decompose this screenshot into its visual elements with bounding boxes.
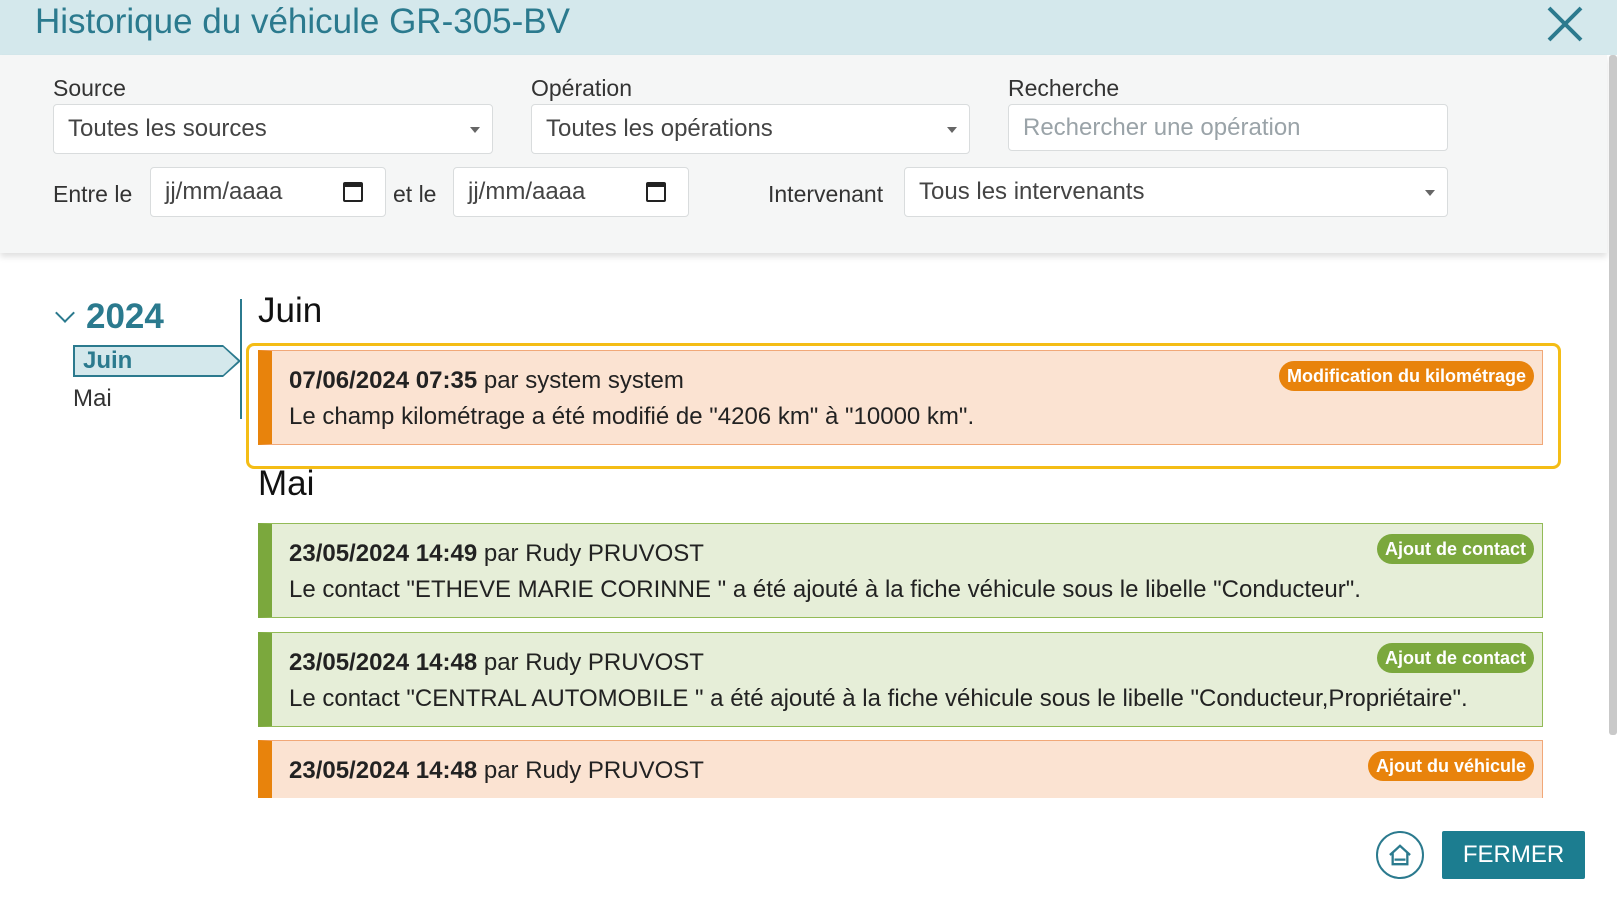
scrollbar[interactable] <box>1609 55 1617 735</box>
entry-author: par system system <box>483 367 684 394</box>
close-icon[interactable] <box>1543 2 1587 46</box>
section-heading: Mai <box>258 464 315 503</box>
intervenant-select[interactable]: Tous les intervenants <box>904 167 1448 217</box>
section-heading: Juin <box>258 291 323 330</box>
entry-header: 23/05/2024 14:48 par Rudy PRUVOST <box>289 649 704 677</box>
chevron-down-icon <box>947 127 957 133</box>
history-entry[interactable]: 07/06/2024 07:35 par system system Le ch… <box>258 350 1543 445</box>
entry-author: par Rudy PRUVOST <box>483 540 704 567</box>
operation-label: Opération <box>531 75 633 101</box>
entry-date: 23/05/2024 14:48 <box>289 649 478 676</box>
calendar-icon[interactable] <box>343 182 363 202</box>
entry-date: 23/05/2024 14:49 <box>289 540 478 567</box>
history-entry[interactable]: 23/05/2024 14:48 par Rudy PRUVOST Ajout … <box>258 740 1543 798</box>
search-placeholder: Rechercher une opération <box>1023 114 1301 141</box>
source-select[interactable]: Toutes les sources <box>53 104 493 154</box>
chevron-down-icon <box>1425 190 1435 196</box>
chevron-down-icon <box>470 127 480 133</box>
dialog-footer: FERMER <box>0 798 1617 900</box>
entry-author: par Rudy PRUVOST <box>483 649 704 676</box>
entry-date: 23/05/2024 14:48 <box>289 757 478 784</box>
entry-date: 07/06/2024 07:35 <box>289 367 478 394</box>
date-from-value: jj/mm/aaaa <box>165 178 283 205</box>
year-label: 2024 <box>86 297 164 336</box>
timeline-divider <box>240 299 242 419</box>
home-icon[interactable] <box>1376 831 1424 879</box>
entry-description: Le contact "ETHEVE MARIE CORINNE " a été… <box>289 576 1361 603</box>
year-toggle[interactable]: 2024 <box>55 297 164 337</box>
operation-badge: Ajout du véhicule <box>1367 751 1534 781</box>
entry-description: Le contact "CENTRAL AUTOMOBILE " a été a… <box>289 685 1468 712</box>
intervenant-value: Tous les intervenants <box>919 178 1145 205</box>
calendar-icon[interactable] <box>646 182 666 202</box>
history-timeline: 2024 Juin Mai Juin 07/06/2024 07:35 par … <box>0 253 1607 798</box>
between-label: Entre le <box>53 181 133 207</box>
dialog-title: Historique du véhicule GR-305-BV <box>35 2 570 41</box>
entry-header: 23/05/2024 14:48 par Rudy PRUVOST <box>289 757 704 785</box>
source-value: Toutes les sources <box>68 115 267 142</box>
entry-author: par Rudy PRUVOST <box>483 757 704 784</box>
search-label: Recherche <box>1008 75 1120 101</box>
entry-header: 07/06/2024 07:35 par system system <box>289 367 684 395</box>
month-nav-juin[interactable]: Juin <box>73 345 241 377</box>
entry-description: Le champ kilométrage a été modifié de "4… <box>289 403 975 430</box>
operation-badge: Ajout de contact <box>1376 643 1534 673</box>
operation-badge: Modification du kilométrage <box>1278 361 1534 391</box>
history-entry[interactable]: 23/05/2024 14:49 par Rudy PRUVOST Le con… <box>258 523 1543 618</box>
month-nav-mai[interactable]: Mai <box>73 385 112 413</box>
history-entry[interactable]: 23/05/2024 14:48 par Rudy PRUVOST Le con… <box>258 632 1543 727</box>
intervenant-label: Intervenant <box>768 181 884 207</box>
operation-value: Toutes les opérations <box>546 115 773 142</box>
operation-badge: Ajout de contact <box>1376 534 1534 564</box>
date-to-input[interactable]: jj/mm/aaaa <box>453 167 689 217</box>
close-button[interactable]: FERMER <box>1442 831 1585 879</box>
dialog-header: Historique du véhicule GR-305-BV <box>0 0 1617 55</box>
and-label: et le <box>393 181 437 207</box>
date-to-value: jj/mm/aaaa <box>468 178 586 205</box>
date-from-input[interactable]: jj/mm/aaaa <box>150 167 386 217</box>
source-label: Source <box>53 75 126 101</box>
entry-header: 23/05/2024 14:49 par Rudy PRUVOST <box>289 540 704 568</box>
chevron-down-icon <box>55 303 75 323</box>
search-input[interactable]: Rechercher une opération <box>1008 104 1448 151</box>
filters-panel: Source Toutes les sources Opération Tout… <box>0 55 1607 253</box>
operation-select[interactable]: Toutes les opérations <box>531 104 970 154</box>
